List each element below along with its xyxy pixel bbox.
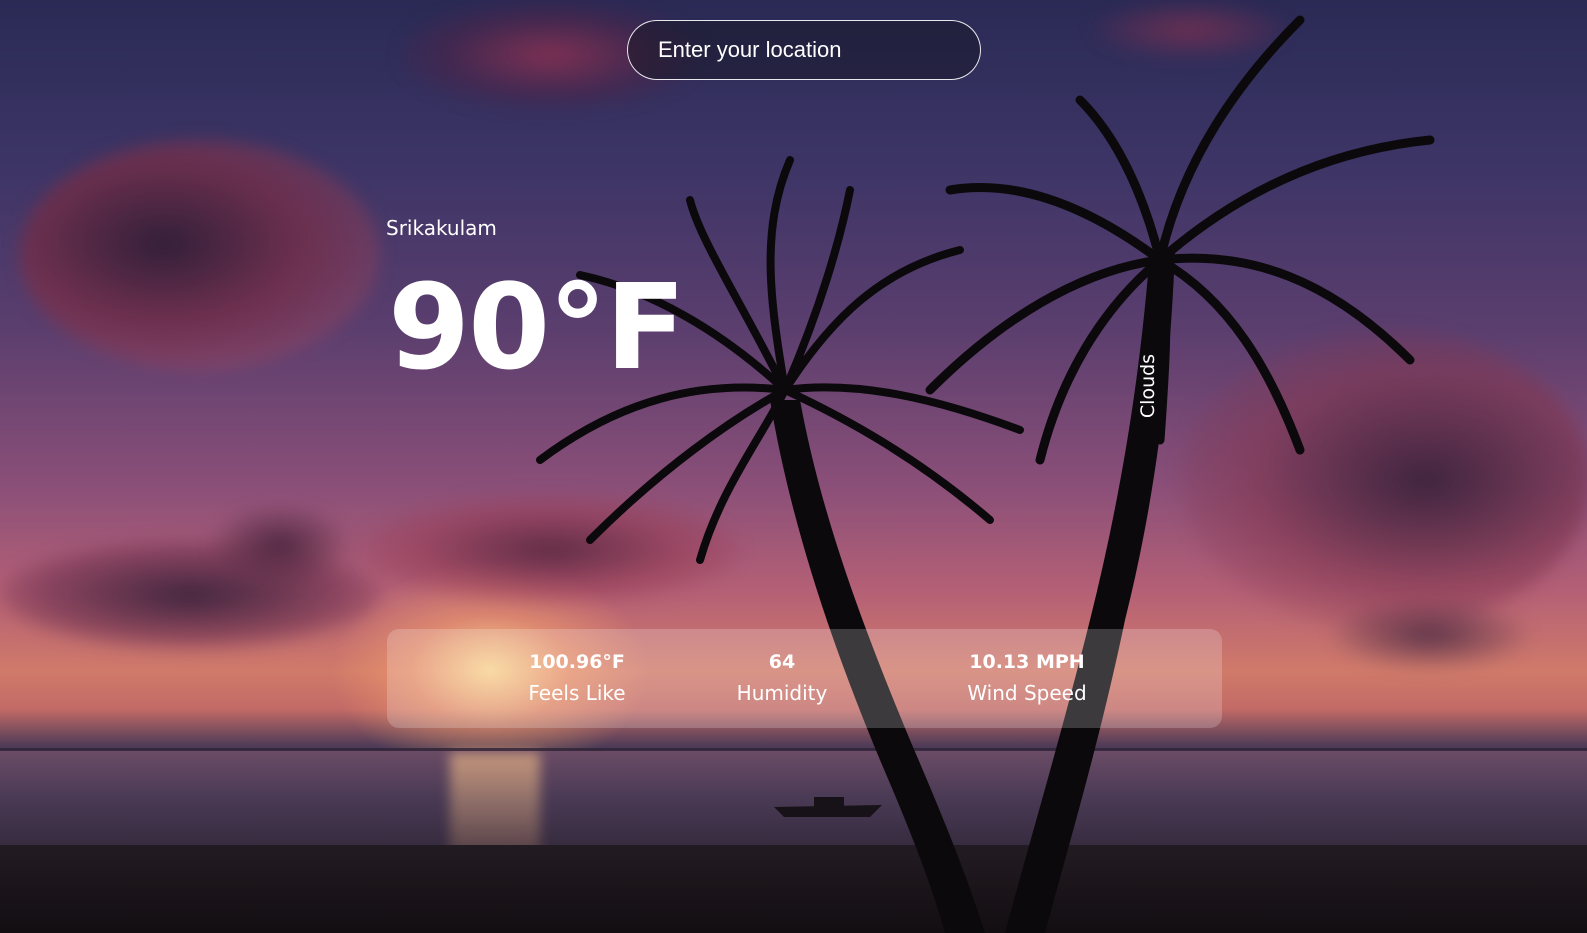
wind-speed-label: Wind Speed bbox=[967, 681, 1087, 705]
weather-stats-panel: 100.96°F Feels Like 64 Humidity 10.13 MP… bbox=[387, 629, 1222, 728]
humidity-label: Humidity bbox=[736, 681, 828, 705]
humidity-stat: 64 Humidity bbox=[717, 629, 847, 728]
background-scene: Srikakulam 90°F Clouds 100.96°F Feels Li… bbox=[0, 0, 1587, 933]
palm-trees-silhouette bbox=[536, 15, 1435, 933]
feels-like-label: Feels Like bbox=[528, 681, 626, 705]
wind-speed-value: 10.13 MPH bbox=[969, 651, 1085, 673]
wind-speed-stat: 10.13 MPH Wind Speed bbox=[927, 629, 1127, 728]
temperature-value: 90°F bbox=[388, 258, 686, 396]
city-name: Srikakulam bbox=[386, 216, 497, 240]
weather-description: Clouds bbox=[1137, 353, 1159, 419]
feels-like-stat: 100.96°F Feels Like bbox=[497, 629, 657, 728]
location-search-input[interactable] bbox=[628, 21, 980, 79]
feels-like-value: 100.96°F bbox=[529, 651, 625, 673]
location-search-box[interactable] bbox=[627, 20, 981, 80]
humidity-value: 64 bbox=[768, 651, 796, 673]
